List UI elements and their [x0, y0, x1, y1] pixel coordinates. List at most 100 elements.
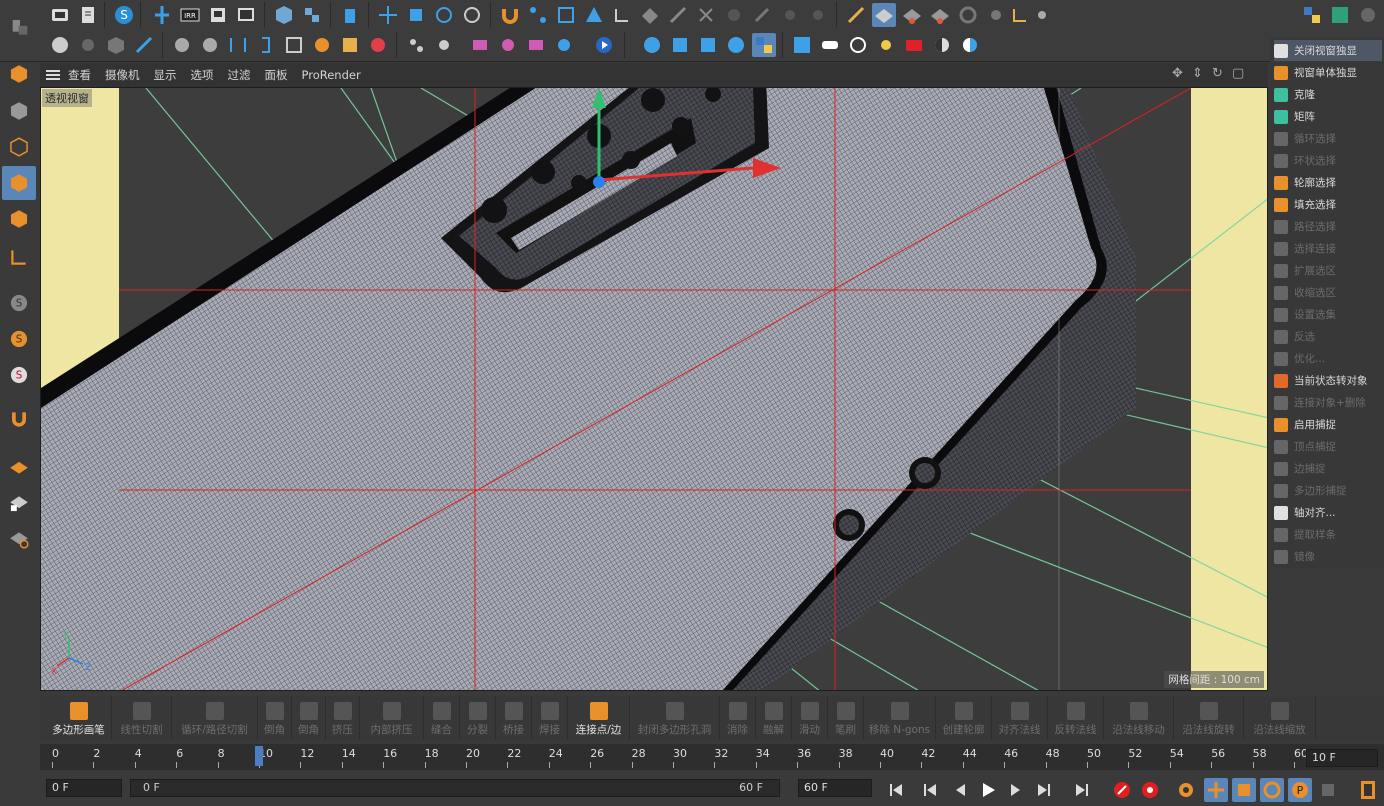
orbit-icon[interactable]: ↻: [1212, 67, 1226, 81]
perspective-viewport[interactable]: Y X Z: [40, 87, 1268, 691]
axis-mode-icon[interactable]: [2, 240, 36, 274]
auto-key-icon[interactable]: [1138, 778, 1162, 802]
edges-mode-icon[interactable]: [2, 166, 36, 200]
s-gray-icon[interactable]: S: [2, 286, 36, 320]
command-item[interactable]: 多边形捕捉: [1274, 480, 1382, 501]
tool-button[interactable]: 反转法线: [1048, 696, 1104, 740]
command-item[interactable]: 视窗单体独显: [1274, 62, 1382, 83]
plugin-gear-icon[interactable]: [1356, 3, 1380, 27]
recent-tool-icon[interactable]: [460, 3, 484, 27]
key-settings-icon[interactable]: [1174, 778, 1198, 802]
tool-button[interactable]: 创建轮廓: [936, 696, 992, 740]
command-item[interactable]: 当前状态转对象: [1274, 370, 1382, 391]
sun-icon[interactable]: [874, 33, 898, 57]
grid-orange-icon[interactable]: [338, 33, 362, 57]
command-item[interactable]: 反选: [1274, 326, 1382, 347]
mograph-pink-icon[interactable]: [468, 33, 492, 57]
mograph-pink3-icon[interactable]: [524, 33, 548, 57]
x-tool-icon[interactable]: [694, 3, 718, 27]
subdivision-icon[interactable]: [170, 33, 194, 57]
menu-options[interactable]: 选项: [191, 67, 214, 83]
workplane-grid-icon[interactable]: [2, 450, 36, 484]
tool-button[interactable]: 连接点/边: [568, 696, 630, 740]
points-mode-icon[interactable]: [2, 130, 36, 164]
command-item[interactable]: 顶点捕捉: [1274, 436, 1382, 457]
grid-snap-icon[interactable]: [872, 3, 896, 27]
key-rotate-icon[interactable]: [1260, 778, 1284, 802]
half-circle-icon[interactable]: [930, 33, 954, 57]
command-item[interactable]: 轴对齐...: [1274, 502, 1382, 523]
tool-button[interactable]: 桥接: [496, 696, 532, 740]
dolly-icon[interactable]: ⇕: [1192, 67, 1206, 81]
tool-button[interactable]: 消除: [720, 696, 756, 740]
tool-button[interactable]: 沿法线旋转: [1174, 696, 1244, 740]
light-dome-icon[interactable]: [846, 33, 870, 57]
cube-object-icon[interactable]: [272, 3, 296, 27]
tool-button[interactable]: 多边形画笔: [46, 696, 112, 740]
render-view-icon[interactable]: [206, 3, 230, 27]
render-settings-icon[interactable]: [234, 3, 258, 27]
tool-button[interactable]: 挤压: [326, 696, 360, 740]
tool-button[interactable]: 沿法线缩放: [1244, 696, 1316, 740]
command-item[interactable]: 提取样条: [1274, 524, 1382, 545]
mesh-tool-icon[interactable]: [638, 3, 662, 27]
sphere2-icon[interactable]: [198, 33, 222, 57]
pan-icon[interactable]: ✥: [1172, 67, 1186, 81]
key-param-icon[interactable]: P: [1288, 778, 1312, 802]
render-irr-icon[interactable]: IRR: [178, 3, 202, 27]
tool-button[interactable]: 笔刷: [828, 696, 864, 740]
axis-tool-icon[interactable]: [610, 3, 634, 27]
play-render-icon[interactable]: [592, 33, 616, 57]
polygons-tool-icon[interactable]: [582, 3, 606, 27]
spline-icon[interactable]: [300, 3, 324, 27]
command-item[interactable]: 边捕捉: [1274, 458, 1382, 479]
menu-prorender[interactable]: ProRender: [302, 68, 361, 82]
menu-view[interactable]: 查看: [68, 67, 91, 83]
rotate-tool-icon[interactable]: [432, 3, 456, 27]
tool-button[interactable]: 对齐法线: [992, 696, 1048, 740]
tool-button[interactable]: 焊接: [532, 696, 568, 740]
redshift-icon[interactable]: [790, 33, 814, 57]
command-item[interactable]: 启用捕捉: [1274, 414, 1382, 435]
snap-magnet-icon[interactable]: [2, 402, 36, 436]
sculpt3-disabled-icon[interactable]: [806, 3, 830, 27]
move-icon[interactable]: [150, 3, 174, 27]
texture-mode-icon[interactable]: [2, 94, 36, 128]
command-item[interactable]: 循环选择: [1274, 128, 1382, 149]
tool-button[interactable]: 线性切割: [112, 696, 172, 740]
timeline-window-icon[interactable]: [1354, 776, 1382, 804]
dots-blue-icon[interactable]: [552, 33, 576, 57]
plugin-green-icon[interactable]: [1328, 3, 1352, 27]
brush-disabled-icon[interactable]: [722, 3, 746, 27]
light-area-icon[interactable]: [818, 33, 842, 57]
next-key-icon[interactable]: [1032, 778, 1056, 802]
recycle-icon[interactable]: [956, 3, 980, 27]
maximize-icon[interactable]: ▢: [1232, 67, 1246, 81]
command-item[interactable]: 轮廓选择: [1274, 172, 1382, 193]
s-orange-icon[interactable]: S: [2, 322, 36, 356]
play-icon[interactable]: [976, 778, 1000, 802]
command-item[interactable]: 选择连接: [1274, 238, 1382, 259]
axis-settings-icon[interactable]: [1008, 3, 1032, 27]
python-icon[interactable]: [1300, 3, 1324, 27]
tool-button[interactable]: 倒角: [258, 696, 292, 740]
knife-tool-icon[interactable]: [666, 3, 690, 27]
timeline-ruler[interactable]: 0 2 4 6 8 10 12 14 16 18 20 22 24 26 28 30 32 34 36 38 40 42 4…: [40, 744, 1384, 770]
playhead-marker[interactable]: [255, 746, 263, 766]
menu-panel[interactable]: 面板: [265, 67, 288, 83]
tool-button[interactable]: 封闭多边形孔洞: [630, 696, 720, 740]
menu-camera[interactable]: 摄像机: [105, 67, 140, 83]
command-item[interactable]: 连接对象+删除: [1274, 392, 1382, 413]
prev-frame-icon[interactable]: [948, 778, 972, 802]
s-plugin-icon[interactable]: S: [112, 3, 136, 27]
delete-icon[interactable]: [338, 3, 362, 27]
symmetry-icon[interactable]: [226, 33, 250, 57]
tool-button[interactable]: 移除 N-gons: [864, 696, 936, 740]
sculpt-disabled-icon[interactable]: [750, 3, 774, 27]
tool-button[interactable]: 沿法线移动: [1104, 696, 1174, 740]
tool-button[interactable]: 倒角: [292, 696, 326, 740]
record-icon[interactable]: [1110, 778, 1134, 802]
workplane-icon[interactable]: [844, 3, 868, 27]
move-tool-icon[interactable]: [376, 3, 400, 27]
menu-filter[interactable]: 过滤: [228, 67, 251, 83]
